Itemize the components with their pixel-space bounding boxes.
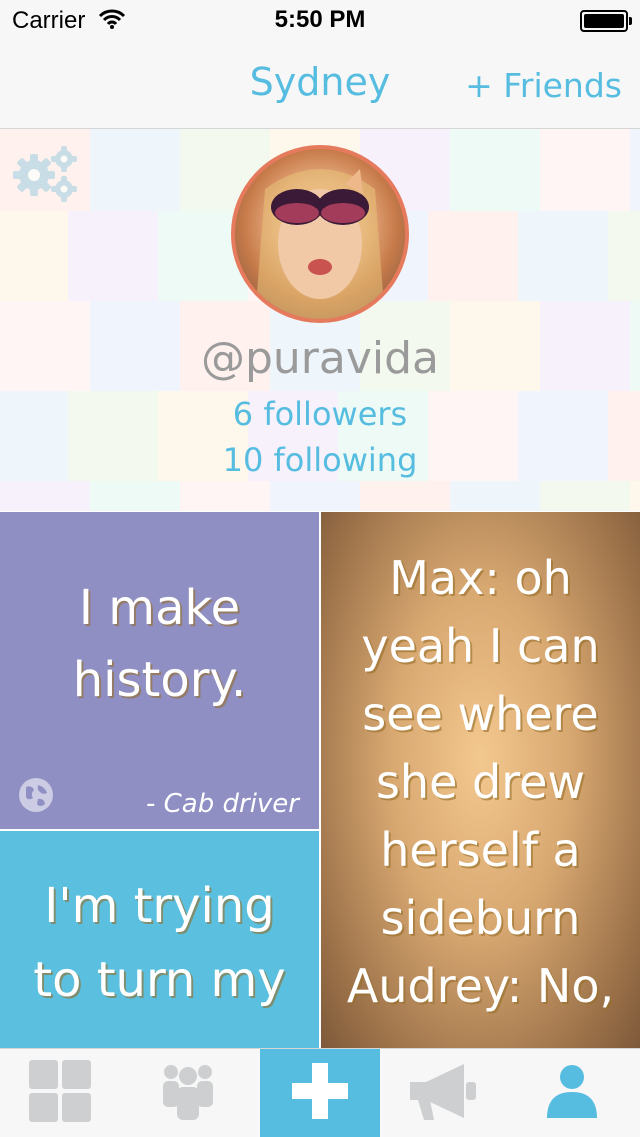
checker-tile bbox=[630, 129, 640, 211]
quote-card[interactable]: I make history. - Cab driver bbox=[0, 512, 319, 829]
globe-icon bbox=[18, 777, 54, 817]
profile-icon bbox=[547, 1064, 597, 1122]
battery-icon bbox=[580, 10, 632, 32]
checker-tile bbox=[540, 481, 630, 511]
checker-tile bbox=[0, 211, 68, 301]
followers-link[interactable]: 6 followers bbox=[0, 395, 640, 433]
checker-tile bbox=[518, 211, 608, 301]
quote-text: I'm trying to turn my bbox=[33, 878, 286, 1008]
checker-tile bbox=[428, 211, 518, 301]
status-bar: Carrier 5:50 PM bbox=[0, 0, 640, 40]
checker-tile bbox=[68, 211, 158, 301]
navigation-bar: Sydney + Friends bbox=[0, 40, 640, 129]
checker-tile bbox=[608, 211, 640, 301]
tab-profile[interactable] bbox=[512, 1049, 632, 1137]
checker-tile bbox=[630, 481, 640, 511]
checker-tile bbox=[540, 129, 630, 211]
avatar[interactable] bbox=[231, 145, 409, 323]
grid-icon bbox=[29, 1060, 91, 1126]
username: @puravida bbox=[200, 333, 440, 384]
checker-tile bbox=[90, 129, 180, 211]
profile-header: @puravida 6 followers 10 following bbox=[0, 129, 640, 511]
checker-tile bbox=[0, 481, 90, 511]
tab-broadcast[interactable] bbox=[382, 1049, 502, 1137]
quote-text: Max: oh yeah I can see where she drew he… bbox=[346, 551, 615, 1013]
checker-tile bbox=[180, 481, 270, 511]
gears-icon[interactable] bbox=[12, 145, 82, 211]
tab-grid[interactable] bbox=[0, 1049, 120, 1137]
group-icon bbox=[160, 1062, 216, 1124]
tab-add-quote[interactable] bbox=[260, 1049, 380, 1137]
add-friends-button[interactable]: + Friends bbox=[465, 66, 622, 105]
checker-tile bbox=[90, 481, 180, 511]
megaphone-icon bbox=[406, 1060, 478, 1126]
quote-card[interactable]: I'm trying to turn my bbox=[0, 831, 319, 1061]
tab-friends[interactable] bbox=[128, 1049, 248, 1137]
plus-icon bbox=[292, 1063, 348, 1123]
checker-tile bbox=[450, 129, 540, 211]
checker-tile bbox=[360, 481, 450, 511]
quote-text: I make history. bbox=[72, 580, 247, 708]
checker-tile bbox=[450, 481, 540, 511]
following-link[interactable]: 10 following bbox=[0, 441, 640, 479]
quote-author: - Cab driver bbox=[146, 789, 299, 819]
checker-tile bbox=[270, 481, 360, 511]
quote-card[interactable]: Max: oh yeah I can see where she drew he… bbox=[321, 512, 640, 1061]
tab-bar bbox=[0, 1048, 640, 1137]
status-time: 5:50 PM bbox=[274, 6, 366, 33]
